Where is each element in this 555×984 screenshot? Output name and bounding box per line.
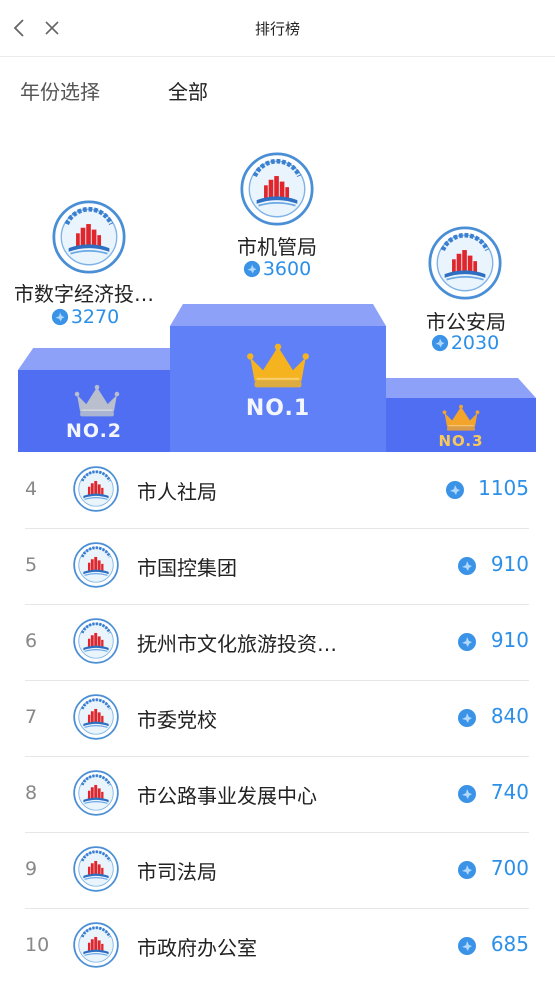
bronze-crown-icon <box>442 404 480 432</box>
points-icon <box>457 556 477 576</box>
silver-crown-icon <box>74 384 120 418</box>
org-avatar <box>73 618 119 664</box>
rank-number: 8 <box>25 782 38 804</box>
points-icon <box>457 936 477 956</box>
second-place-name: 市数字经济投… <box>14 282 154 306</box>
first-place-avatar <box>240 152 314 226</box>
ranking-row[interactable]: 5 市国控集团 910 <box>25 528 529 605</box>
org-avatar <box>73 466 119 512</box>
org-score: 910 <box>490 628 529 652</box>
org-avatar <box>73 922 119 968</box>
app-header: 排行榜 <box>0 0 555 57</box>
org-score: 740 <box>490 780 529 804</box>
points-icon <box>51 308 69 326</box>
first-place-score-wrap: 3600 <box>222 258 332 280</box>
first-place-block: NO.1 <box>170 304 386 452</box>
points-icon <box>431 334 449 352</box>
org-score: 700 <box>490 856 529 880</box>
rank-number: 6 <box>25 630 38 652</box>
ranking-row[interactable]: 6 抚州市文化旅游投资… 910 <box>25 604 529 681</box>
points-icon <box>457 708 477 728</box>
ranking-row[interactable]: 7 市委党校 840 <box>25 680 529 757</box>
second-place-block: NO.2 <box>18 348 170 452</box>
rank-number: 5 <box>25 554 38 576</box>
points-icon <box>457 632 477 652</box>
org-avatar <box>73 846 119 892</box>
org-name: 市公路事业发展中心 <box>137 784 317 808</box>
org-name: 市政府办公室 <box>137 936 257 960</box>
org-score: 685 <box>490 932 529 956</box>
second-place-score-wrap: 3270 <box>30 306 140 328</box>
org-avatar <box>73 542 119 588</box>
org-score: 1105 <box>478 476 529 500</box>
ranking-row[interactable]: 9 市司法局 700 <box>25 832 529 909</box>
podium: 市数字经济投… 3270 市机管局 3600 市公安局 2030 NO.2 NO… <box>0 120 555 452</box>
year-filter[interactable]: 年份选择 全部 <box>0 56 555 120</box>
first-place-name: 市机管局 <box>237 235 317 259</box>
third-place-badge: NO.3 <box>438 432 484 450</box>
third-place-score: 2030 <box>450 332 500 354</box>
points-icon <box>243 260 261 278</box>
org-name: 市委党校 <box>137 708 217 732</box>
first-place-score: 3600 <box>262 258 312 280</box>
third-place-name: 市公安局 <box>426 310 506 334</box>
ranking-row[interactable]: 4 市人社局 1105 <box>25 452 529 529</box>
org-score: 910 <box>490 552 529 576</box>
org-name: 市人社局 <box>137 480 217 504</box>
third-place-avatar <box>428 226 502 300</box>
second-place-score: 3270 <box>70 306 120 328</box>
rank-number: 4 <box>25 478 38 500</box>
ranking-row[interactable]: 10 市政府办公室 685 <box>25 908 529 984</box>
points-icon <box>445 480 465 500</box>
second-place-avatar <box>52 200 126 274</box>
year-filter-label: 年份选择 <box>20 80 100 104</box>
second-place-badge: NO.2 <box>65 420 123 442</box>
points-icon <box>457 860 477 880</box>
ranking-row[interactable]: 8 市公路事业发展中心 740 <box>25 756 529 833</box>
first-place-badge: NO.1 <box>245 396 311 421</box>
org-avatar <box>73 694 119 740</box>
third-place-block: NO.3 <box>386 378 536 452</box>
org-name: 市司法局 <box>137 860 217 884</box>
org-avatar <box>73 770 119 816</box>
gold-crown-icon <box>246 342 310 390</box>
org-name: 抚州市文化旅游投资… <box>137 632 337 656</box>
third-place-score-wrap: 2030 <box>410 332 520 354</box>
org-score: 840 <box>490 704 529 728</box>
rank-number: 7 <box>25 706 38 728</box>
year-filter-value[interactable]: 全部 <box>168 76 208 105</box>
page-title: 排行榜 <box>254 20 300 38</box>
rank-number: 9 <box>25 858 38 880</box>
rank-number: 10 <box>25 934 50 956</box>
points-icon <box>457 784 477 804</box>
org-name: 市国控集团 <box>137 556 237 580</box>
